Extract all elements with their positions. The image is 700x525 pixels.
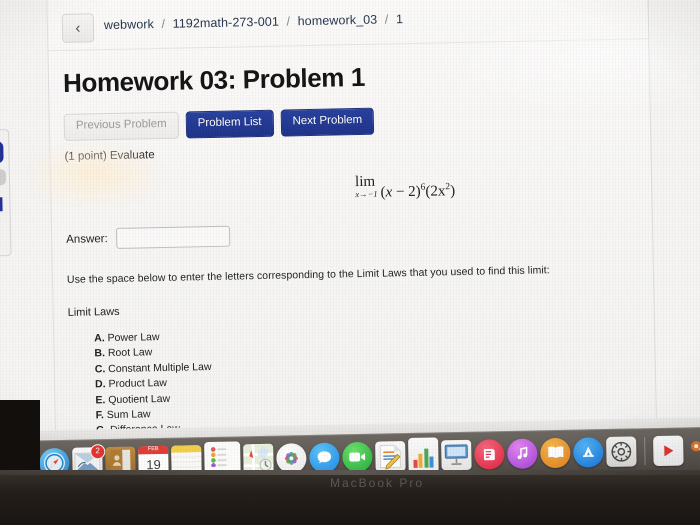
law-name: Sum Law: [106, 408, 151, 422]
problem-body: (1 point) Evaluate lim x→−1 (x − 2)6(2x2…: [64, 139, 640, 464]
breadcrumb-bar: ‹ webwork / 1192math-273-001 / homework_…: [47, 0, 649, 52]
dock-item-keynote[interactable]: [441, 439, 472, 470]
photo-of-laptop-screen: h-273-001)-1192 WeBWorK ‹: [0, 0, 700, 525]
dock-item-itunes[interactable]: [507, 437, 538, 469]
breadcrumb-separator: /: [384, 12, 389, 27]
law-letter: E.: [95, 393, 106, 406]
ibooks-icon: [547, 446, 563, 459]
laptop-bezel: MacBook Pro: [0, 470, 700, 525]
chevron-left-icon: ‹: [75, 19, 81, 37]
law-letter: A.: [94, 332, 105, 345]
bezel-highlight: [0, 470, 700, 475]
dock-item-keychain-access[interactable]: [686, 434, 700, 465]
math-variable: x: [385, 184, 393, 201]
facetime-icon: [349, 452, 366, 462]
math-expression-row: lim x→−1 (x − 2)6(2x2): [65, 169, 636, 212]
dock-item-system-preferences[interactable]: [606, 435, 637, 467]
itunes-icon: [517, 446, 527, 460]
play-icon: [664, 444, 674, 456]
mail-badge: 2: [90, 443, 106, 459]
math-minus: −: [395, 184, 405, 201]
bezel-model-label: MacBook Pro: [330, 476, 425, 490]
limit-expression: lim x→−1 (x − 2)6(2x2): [355, 173, 455, 202]
answer-input-1[interactable]: [115, 225, 230, 249]
messages-icon: [317, 450, 332, 463]
law-name: Constant Multiple Law: [108, 360, 212, 375]
keynote-icon: [444, 443, 468, 465]
breadcrumb: webwork / 1192math-273-001 / homework_03…: [104, 12, 403, 32]
page-area: ‹ webwork / 1192math-273-001 / homework_…: [0, 0, 700, 464]
math-second-factor: (2x: [425, 183, 446, 200]
law-name: Power Law: [107, 331, 160, 345]
dock-item-messages[interactable]: [309, 441, 340, 476]
dock-item-ibooks[interactable]: [540, 437, 571, 468]
news-icon: [483, 448, 495, 460]
law-name: Quotient Law: [108, 392, 171, 406]
law-name: Root Law: [107, 346, 153, 360]
problem-list-button[interactable]: Problem List: [185, 109, 274, 138]
pages-icon: [379, 444, 402, 469]
laptop-screen: h-273-001)-1192 WeBWorK ‹: [0, 0, 700, 472]
dock-item-quicktime[interactable]: [653, 434, 684, 466]
point-value-line: (1 point) Evaluate: [64, 149, 155, 163]
breadcrumb-item-webwork[interactable]: webwork: [104, 17, 154, 32]
next-problem-button[interactable]: Next Problem: [280, 107, 375, 137]
law-name: Product Law: [108, 377, 168, 391]
back-button[interactable]: ‹: [61, 13, 95, 43]
numbers-bar-green: [423, 448, 429, 468]
breadcrumb-separator: /: [286, 14, 291, 29]
law-letter: C.: [94, 362, 106, 376]
dock-item-news[interactable]: [474, 438, 505, 470]
breadcrumb-item-problem[interactable]: 1: [396, 12, 403, 26]
breadcrumb-item-course[interactable]: 1192math-273-001: [173, 15, 280, 31]
breadcrumb-separator: /: [161, 16, 166, 31]
dock-item-facetime[interactable]: [342, 441, 373, 472]
breadcrumb-item-homework[interactable]: homework_03: [298, 13, 378, 29]
app-store-icon: [582, 446, 594, 457]
limit-subscript: x→−1: [355, 188, 378, 200]
background-window-sliver: [0, 57, 28, 358]
previous-problem-button[interactable]: Previous Problem: [63, 111, 179, 141]
instruction-text: Use the space below to enter the letters…: [66, 264, 550, 286]
page-title: Homework 03: Problem 1: [62, 61, 366, 98]
numbers-bar-orange: [418, 453, 423, 468]
dock-separator: [644, 436, 646, 465]
law-letter: F.: [95, 409, 105, 422]
law-letter: B.: [94, 347, 106, 360]
numbers-bar-blue: [429, 456, 434, 468]
limit-laws-heading: Limit Laws: [67, 305, 120, 319]
answer-label-1: Answer:: [66, 232, 108, 246]
gear-icon: [611, 441, 632, 462]
limit-operator: lim x→−1: [355, 174, 378, 200]
law-letter: D.: [94, 378, 106, 391]
dock-item-photos[interactable]: [276, 442, 307, 474]
dock-item-numbers[interactable]: [408, 437, 439, 474]
webwork-content-card: ‹ webwork / 1192math-273-001 / homework_…: [46, 0, 658, 464]
math-final-paren: ): [450, 183, 456, 200]
dock-item-pages[interactable]: [375, 440, 406, 472]
dock-item-app-store[interactable]: [573, 436, 604, 468]
answer-row-1: Answer:: [66, 217, 636, 249]
photos-icon: [284, 451, 298, 465]
problem-nav-buttons: Previous Problem Problem List Next Probl…: [63, 107, 375, 141]
numbers-bar-red: [413, 459, 418, 468]
reminders-icon: [210, 447, 227, 467]
keychain-icon: [691, 440, 700, 458]
